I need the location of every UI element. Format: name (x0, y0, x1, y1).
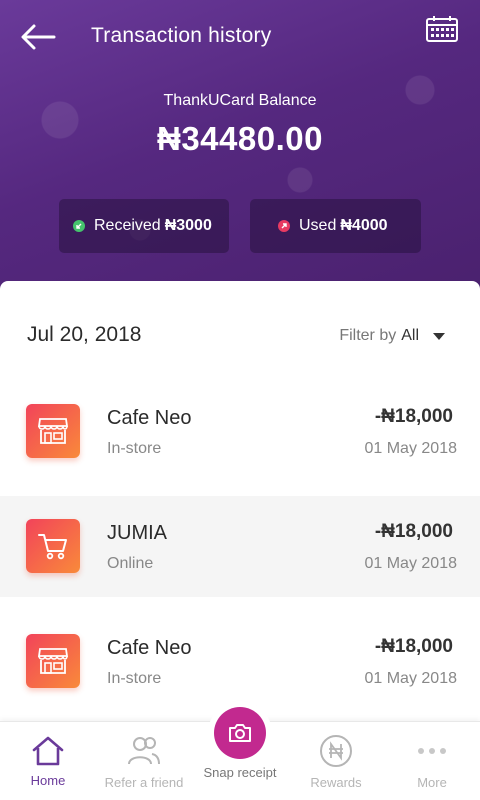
camera-icon (229, 724, 251, 742)
store-icon (26, 634, 80, 688)
received-amount: ₦3000 (164, 217, 212, 234)
filter-dropdown[interactable]: Filter by All (339, 327, 445, 345)
chevron-down-icon (433, 332, 445, 340)
nav-refer-label: Refer a friend (104, 775, 184, 790)
nav-refer-a-friend[interactable]: Refer a friend (96, 722, 192, 800)
transaction-date: 01 May 2018 (364, 670, 457, 687)
transaction-channel: Online (107, 555, 154, 572)
used-arrow-icon (278, 220, 290, 232)
merchant-name: JUMIA (107, 522, 167, 544)
nav-home[interactable]: Home (0, 722, 96, 800)
used-label: Used (299, 217, 337, 234)
transaction-amount: -₦18,000 (374, 521, 453, 542)
balance-label: ThankUCard Balance (163, 92, 317, 109)
page-title: Transaction history (91, 24, 272, 47)
people-icon (128, 737, 160, 765)
transaction-row[interactable]: Cafe Neo In-store -₦18,000 01 May 2018 (0, 611, 480, 712)
date-heading: Jul 20, 2018 (27, 323, 142, 346)
home-icon (32, 736, 64, 766)
received-label: Received (94, 217, 161, 234)
transaction-channel: In-store (107, 670, 162, 687)
transaction-sheet: Jul 20, 2018 Filter by All Cafe Neo In-s… (0, 281, 480, 721)
received-summary[interactable]: Received ₦3000 (59, 199, 229, 253)
nav-more-label: More (417, 775, 447, 790)
filter-value: All (401, 327, 419, 344)
more-dots-icon (418, 748, 446, 754)
transaction-row[interactable]: Cafe Neo In-store -₦18,000 01 May 2018 (0, 381, 480, 482)
nav-rewards-label: Rewards (310, 775, 362, 790)
transaction-channel: In-store (107, 440, 162, 457)
transaction-date: 01 May 2018 (364, 440, 457, 457)
top-bar: Transaction history (0, 0, 480, 72)
back-arrow-icon (21, 24, 56, 50)
merchant-name: Cafe Neo (107, 407, 192, 429)
back-button[interactable] (18, 20, 58, 54)
store-icon (26, 404, 80, 458)
calendar-icon (426, 16, 458, 42)
received-arrow-icon (73, 220, 85, 232)
used-summary[interactable]: Used ₦4000 (250, 199, 421, 253)
transaction-row[interactable]: JUMIA Online -₦18,000 01 May 2018 (0, 496, 480, 597)
header: Transaction history ThankUCard Balance ₦… (0, 0, 480, 300)
snap-receipt-button[interactable] (214, 707, 266, 759)
merchant-name: Cafe Neo (107, 637, 192, 659)
naira-coin-icon (320, 735, 352, 767)
transaction-amount: -₦18,000 (374, 406, 453, 427)
date-row: Jul 20, 2018 Filter by All (0, 281, 480, 391)
nav-rewards[interactable]: Rewards (288, 722, 384, 800)
calendar-button[interactable] (424, 14, 460, 44)
transaction-amount: -₦18,000 (374, 636, 453, 657)
nav-more[interactable]: More (384, 722, 480, 800)
cart-icon (26, 519, 80, 573)
used-amount: ₦4000 (340, 217, 388, 234)
filter-label: Filter by (339, 327, 397, 344)
nav-home-label: Home (30, 773, 66, 788)
transaction-date: 01 May 2018 (364, 555, 457, 572)
balance-value: ₦34480.00 (157, 120, 323, 157)
snap-receipt-label: Snap receipt (203, 765, 277, 780)
